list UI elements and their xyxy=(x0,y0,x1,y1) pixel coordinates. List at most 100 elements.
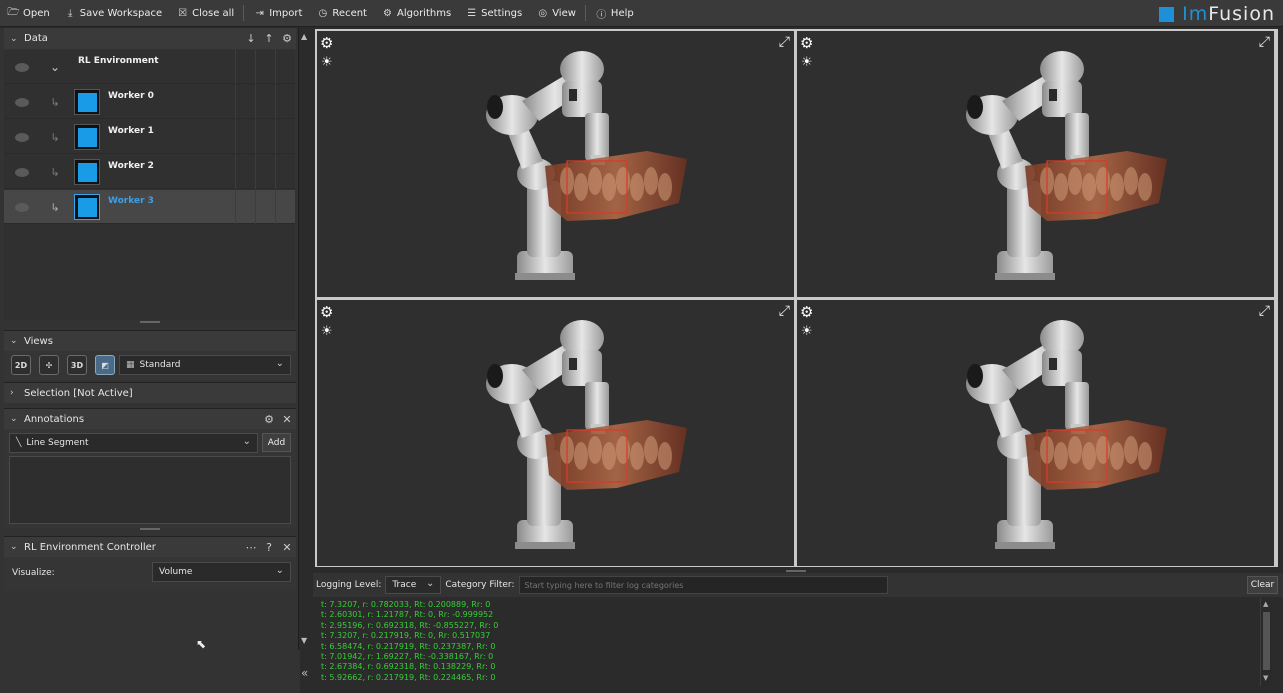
robot-scene xyxy=(486,51,687,280)
view-button[interactable]: ◎ View xyxy=(529,0,583,27)
visibility-toggle[interactable] xyxy=(4,120,40,154)
visibility-toggle[interactable] xyxy=(4,50,40,84)
brightness-icon[interactable]: ☀ xyxy=(801,55,813,70)
resize-grip[interactable] xyxy=(786,570,806,572)
visibility-toggle[interactable] xyxy=(4,190,40,224)
view-3d-button[interactable]: 3D xyxy=(67,355,87,375)
views-panel-header[interactable]: ⌄ Views xyxy=(4,330,296,351)
worker-name: Worker 2 xyxy=(108,161,154,171)
gear-icon[interactable]: ⚙ xyxy=(320,303,333,321)
scroll-up-icon[interactable]: ▲ xyxy=(301,32,307,41)
maximize-icon[interactable]: ⤢ xyxy=(779,34,790,50)
gear-icon[interactable]: ⚙ xyxy=(800,34,813,52)
data-row-root[interactable]: ⌄ RL Environment xyxy=(4,50,295,84)
selection-panel-header[interactable]: › Selection [Not Active] xyxy=(4,382,296,403)
collapse-dock-icon[interactable]: « xyxy=(301,666,308,680)
log-scrollbar[interactable]: ▲ ▼ xyxy=(1260,598,1272,686)
expand-chevron-icon: › xyxy=(10,388,14,398)
import-button[interactable]: ⇥ Import xyxy=(246,0,309,27)
maximize-icon[interactable]: ⤢ xyxy=(1259,34,1270,50)
close-icon[interactable]: ✕ xyxy=(278,541,296,554)
arrow-down-icon[interactable]: ↓ xyxy=(242,32,260,45)
visibility-toggle[interactable] xyxy=(4,85,40,119)
chevron-down-icon: ⌄ xyxy=(242,436,251,447)
resize-grip[interactable] xyxy=(140,528,160,530)
viewport-3d[interactable]: ⚙ ☀ ⤢ xyxy=(317,300,794,566)
open-menu-button[interactable]: 🗁 Open xyxy=(0,0,57,27)
menu-bar: 🗁 Open ⤓ Save Workspace ☒ Close all ⇥ Import… xyxy=(0,0,1283,27)
category-filter-input[interactable] xyxy=(518,576,888,594)
help-icon[interactable]: ? xyxy=(260,541,278,554)
annotation-list[interactable] xyxy=(9,456,291,524)
view-mpr-button[interactable]: ✣ xyxy=(39,355,59,375)
data-row-worker[interactable]: ↳ Worker 0 xyxy=(4,85,295,119)
logo-text: ImFusion xyxy=(1182,3,1275,25)
close-all-button[interactable]: ☒ Close all xyxy=(169,0,241,27)
log-line: t: 6.58474, r: 0.217919, Rt: 0.237387, R… xyxy=(321,641,496,651)
brightness-icon[interactable]: ☀ xyxy=(321,324,333,339)
data-row-cell: Worker 0 xyxy=(70,85,235,119)
data-row-worker[interactable]: ↳ Worker 1 xyxy=(4,120,295,154)
visualize-select[interactable]: Volume ⌄ xyxy=(152,562,291,582)
scroll-down-icon[interactable]: ▼ xyxy=(1263,674,1268,682)
viewport-3d[interactable]: ⚙ ☀ ⤢ xyxy=(797,300,1274,566)
help-button[interactable]: ⓘ Help xyxy=(588,0,641,27)
gear-icon[interactable]: ⚙ xyxy=(260,413,278,426)
more-icon[interactable]: ⋯ xyxy=(242,541,260,554)
column-cell xyxy=(275,190,295,224)
arrow-up-icon[interactable]: ↑ xyxy=(260,32,278,45)
data-row-root-cell: RL Environment xyxy=(70,50,235,84)
line-icon: ╲ xyxy=(16,438,22,448)
logging-level-select[interactable]: Trace ⌄ xyxy=(385,576,442,594)
layout-select[interactable]: ▦ Standard ⌄ xyxy=(119,355,291,375)
annotations-panel-header: ⌄ Annotations ⚙ ✕ xyxy=(4,408,296,429)
viewport-3d[interactable]: ⚙ ☀ ⤢ xyxy=(797,31,1274,297)
maximize-icon[interactable]: ⤢ xyxy=(1259,303,1270,319)
close-icon[interactable]: ✕ xyxy=(278,413,296,426)
brightness-icon[interactable]: ☀ xyxy=(801,324,813,339)
eye-icon: ◎ xyxy=(538,7,548,19)
clear-log-button[interactable]: Clear xyxy=(1247,576,1278,594)
add-annotation-button[interactable]: Add xyxy=(262,433,291,452)
question-icon: ⓘ xyxy=(596,9,607,21)
views-panel-title: Views xyxy=(24,335,53,347)
collapse-chevron-icon[interactable]: ⌄ xyxy=(10,414,24,424)
data-row-worker-selected[interactable]: ↳ Worker 3 xyxy=(4,190,295,224)
eye-icon xyxy=(15,97,29,107)
log-output[interactable]: t: 7.3207, r: 0.782033, Rt: 0.200889, Rr… xyxy=(315,598,1260,686)
viewport-3d[interactable]: ⚙ ☀ ⤢ xyxy=(317,31,794,297)
annotations-panel-title: Annotations xyxy=(24,413,85,425)
settings-button[interactable]: ☰ Settings xyxy=(458,0,529,27)
import-icon: ⇥ xyxy=(255,7,264,19)
volume-thumbnail xyxy=(74,194,100,220)
selection-panel: › Selection [Not Active] xyxy=(4,382,296,405)
data-row-worker[interactable]: ↳ Worker 2 xyxy=(4,155,295,189)
gear-icon[interactable]: ⚙ xyxy=(278,32,296,45)
view-2d-button[interactable]: 2D xyxy=(11,355,31,375)
recent-button[interactable]: ◷ Recent xyxy=(309,0,374,27)
scroll-up-icon[interactable]: ▲ xyxy=(1263,600,1268,608)
column-cell xyxy=(235,190,255,224)
data-list[interactable]: ⌄ RL Environment ↳ Worker 0 ↳ Worker 1 ↳… xyxy=(4,50,295,320)
gear-icon[interactable]: ⚙ xyxy=(800,303,813,321)
left-dock-scrollbar[interactable]: ▲ ▼ xyxy=(298,28,312,650)
log-toolbar: Logging Level: Trace ⌄ Category Filter: … xyxy=(313,573,1283,597)
gear-icon[interactable]: ⚙ xyxy=(320,34,333,52)
view-custom-button[interactable]: ◩ xyxy=(95,355,115,375)
resize-grip[interactable] xyxy=(140,321,160,323)
collapse-chevron-icon[interactable]: ⌄ xyxy=(10,542,24,552)
algorithms-button[interactable]: ⚙ Algorithms xyxy=(374,0,458,27)
column-cell xyxy=(255,190,275,224)
annotation-type-select[interactable]: ╲ Line Segment ⌄ xyxy=(9,433,258,453)
scroll-down-icon[interactable]: ▼ xyxy=(301,636,307,645)
save-workspace-button[interactable]: ⤓ Save Workspace xyxy=(57,0,169,27)
brightness-icon[interactable]: ☀ xyxy=(321,55,333,70)
expand-icon[interactable]: ⌄ xyxy=(40,50,70,84)
logging-level-label: Logging Level: xyxy=(316,580,382,590)
visibility-toggle[interactable] xyxy=(4,155,40,189)
collapse-chevron-icon: ⌄ xyxy=(10,336,18,346)
maximize-icon[interactable]: ⤢ xyxy=(779,303,790,319)
column-cell xyxy=(255,85,275,119)
collapse-chevron-icon[interactable]: ⌄ xyxy=(10,34,24,44)
scroll-thumb[interactable] xyxy=(1263,612,1270,670)
